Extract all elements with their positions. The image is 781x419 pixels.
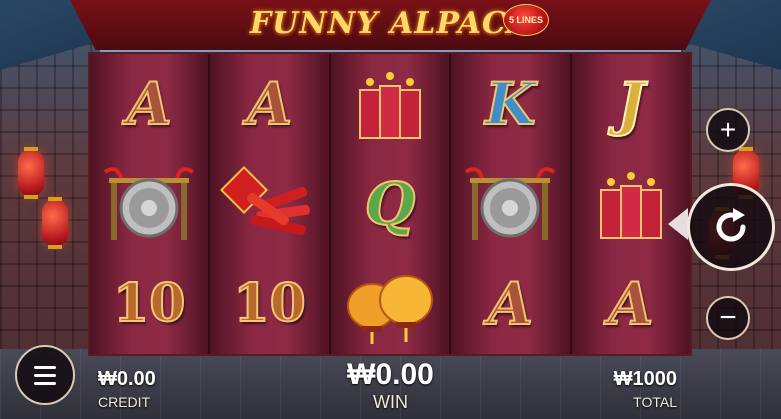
symbol-cell: 10 xyxy=(210,254,328,354)
symbol-10: 10 xyxy=(112,273,186,334)
spin-pointer-icon xyxy=(668,208,688,240)
total-label: TOTAL xyxy=(633,394,677,410)
symbol-k: K xyxy=(484,70,536,138)
symbol-cell: A xyxy=(572,254,690,354)
symbol-cell xyxy=(90,154,208,254)
firecrackers-icon xyxy=(219,165,310,235)
game-title: FUNNY ALPACA xyxy=(249,6,532,41)
decor-lantern xyxy=(42,197,68,249)
symbol-q: Q xyxy=(364,170,417,238)
lanterns-icon xyxy=(347,275,434,344)
reel-5: J A xyxy=(571,54,691,354)
reel-1: A 10 xyxy=(90,54,211,354)
firework-bundle-icon xyxy=(599,172,662,239)
symbol-j: J xyxy=(616,70,645,138)
symbol-a: A xyxy=(607,270,654,338)
bet-decrease-button[interactable]: − xyxy=(706,296,750,340)
symbol-cell: A xyxy=(210,54,328,154)
reel-4: K A xyxy=(451,54,572,354)
symbol-cell: J xyxy=(572,54,690,154)
lines-badge: 5 LINES xyxy=(503,4,549,36)
symbol-10: 10 xyxy=(232,273,306,334)
total-value: ₩1000 xyxy=(613,368,677,390)
symbol-cell: Q xyxy=(331,154,449,254)
symbol-a: A xyxy=(487,270,534,338)
reel-3: Q xyxy=(330,54,452,354)
bet-increase-button[interactable]: + xyxy=(706,108,750,152)
decor-lantern xyxy=(18,147,44,199)
firework-bundle-icon xyxy=(359,72,422,139)
symbol-cell xyxy=(331,254,449,354)
reel-2: A 10 xyxy=(210,54,331,354)
spin-button[interactable] xyxy=(687,183,775,271)
symbol-cell xyxy=(331,54,449,154)
symbol-cell xyxy=(451,154,569,254)
refresh-arrow-icon xyxy=(716,208,746,242)
gong-icon xyxy=(465,167,556,240)
symbol-cell: K xyxy=(451,54,569,154)
symbol-a: A xyxy=(246,70,293,138)
gong-icon xyxy=(104,167,195,240)
reel-grid: A 10 A 10 Q K A J A xyxy=(88,52,692,356)
symbol-a: A xyxy=(126,70,173,138)
symbol-cell: 10 xyxy=(90,254,208,354)
symbol-cell: A xyxy=(90,54,208,154)
symbol-cell xyxy=(210,154,328,254)
symbol-cell: A xyxy=(451,254,569,354)
